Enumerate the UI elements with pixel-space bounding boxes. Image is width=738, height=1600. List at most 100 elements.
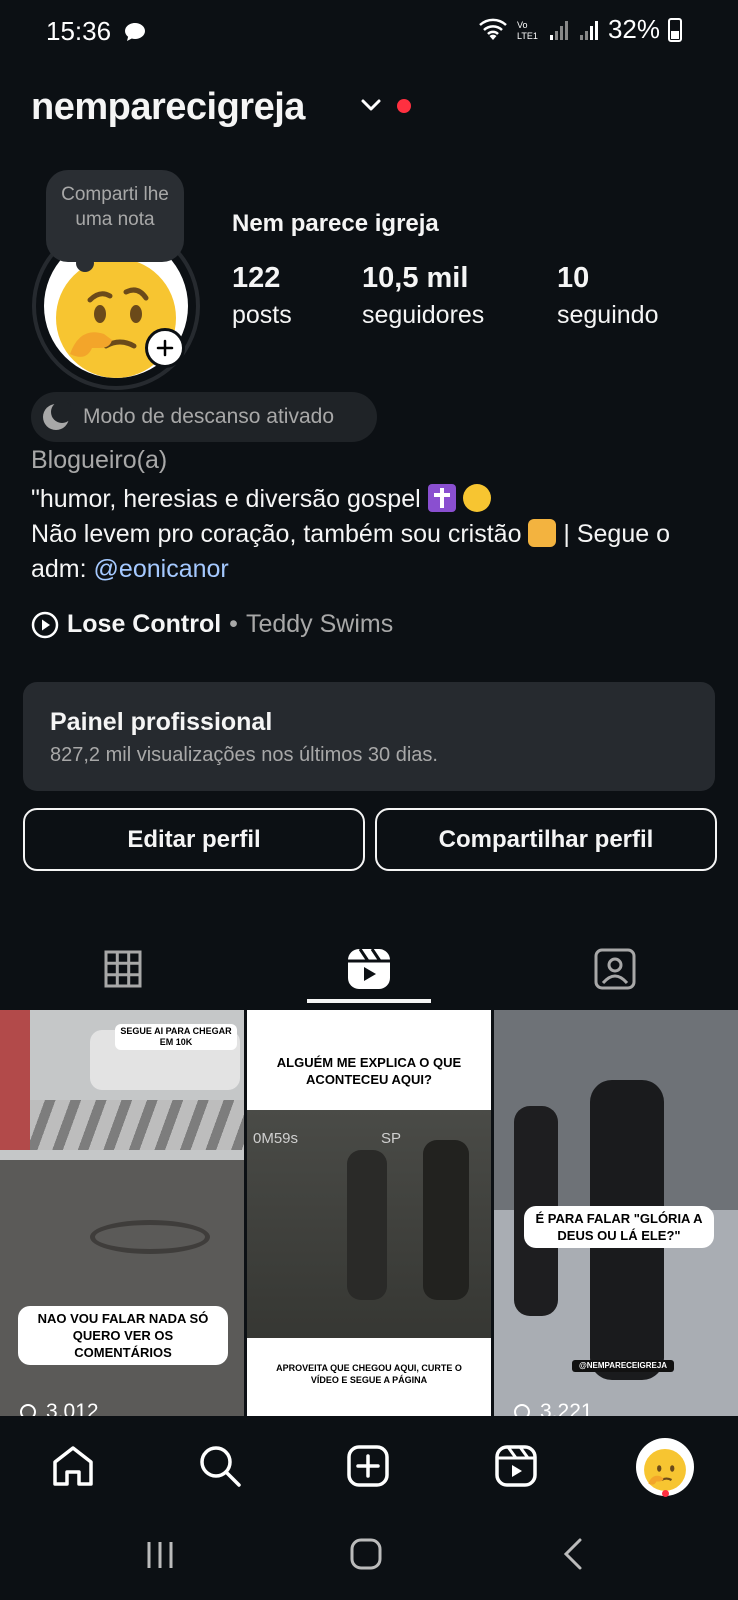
rest-mode-pill[interactable]: Modo de descanso ativado: [31, 392, 377, 442]
active-tab-indicator: [307, 999, 431, 1003]
nav-search[interactable]: [192, 1438, 248, 1494]
edit-profile-button[interactable]: Editar perfil: [23, 808, 365, 871]
status-bar: 15:36 Vo LTE1 32%: [0, 0, 738, 64]
moon-icon: [43, 402, 71, 430]
nav-reels[interactable]: [488, 1438, 544, 1494]
mention-link[interactable]: @eonicanor: [94, 555, 229, 583]
svg-text:LTE1: LTE1: [517, 31, 538, 41]
reel-thumbnail-3[interactable]: É PARA FALAR "GLÓRIA A DEUS OU LÁ ELE?" …: [494, 1010, 738, 1416]
bio-line-2: Não levem pro coração, também sou cristã…: [31, 520, 522, 548]
signal-icon-1: [549, 20, 568, 40]
stat-label: seguidores: [362, 301, 485, 329]
wifi-icon: [479, 18, 507, 40]
thumbnail-graffiti: [0, 1010, 30, 1150]
stat-value: 10,5 mil: [362, 262, 469, 294]
note-bubble[interactable]: Comparti lhe uma nota: [46, 170, 184, 272]
system-navigation-bar: [0, 1512, 738, 1600]
laughing-face-icon: [462, 484, 491, 512]
stat-label: posts: [232, 301, 292, 329]
bottom-navigation: [0, 1416, 738, 1512]
plus-square-icon: [347, 1445, 389, 1487]
back-chevron-icon: [563, 1538, 582, 1570]
add-story-button[interactable]: [145, 328, 185, 368]
video-timer: 0M59s: [253, 1130, 299, 1147]
reels-icon: [495, 1445, 537, 1487]
thumbnail-manhole: [90, 1220, 210, 1254]
plus-icon: [156, 339, 174, 357]
share-profile-button[interactable]: Compartilhar perfil: [375, 808, 717, 871]
recent-apps-button[interactable]: [142, 1536, 178, 1577]
reels-icon: [348, 948, 390, 989]
view-count: 6.615: [263, 1400, 346, 1416]
home-square-icon: [350, 1538, 382, 1570]
status-indicators: Vo LTE1 32%: [478, 14, 682, 45]
home-icon: [53, 1446, 93, 1486]
play-outline-icon: [20, 1404, 36, 1416]
display-name: Nem parece igreja: [232, 210, 439, 237]
view-count: 3.221: [510, 1400, 593, 1416]
music-title: Lose Control: [67, 610, 222, 638]
tab-grid[interactable]: [0, 930, 246, 1008]
status-time: 15:36: [46, 16, 112, 46]
profile-category: Blogueiro(a): [31, 446, 168, 474]
tab-reels[interactable]: [246, 930, 492, 1008]
thumbnail-crosswalk: [30, 1100, 244, 1150]
chevron-down-icon[interactable]: [360, 96, 382, 119]
caption-text: É PARA FALAR "GLÓRIA A DEUS OU LÁ ELE?": [524, 1206, 714, 1248]
chat-notification-icon: [124, 22, 146, 47]
play-circle-icon: [31, 611, 59, 638]
music-separator: •: [229, 610, 238, 638]
thinking-face-icon: [644, 1448, 686, 1491]
play-outline-icon: [514, 1404, 530, 1416]
nav-home[interactable]: [45, 1438, 101, 1494]
nav-profile-avatar[interactable]: [636, 1438, 694, 1496]
search-icon: [200, 1446, 241, 1487]
video-region: SP: [381, 1130, 402, 1147]
caption-footer: APROVEITA QUE CHEGOU AQUI, CURTE O VÍDEO…: [276, 1363, 462, 1385]
grid-icon: [104, 950, 142, 988]
back-button[interactable]: [556, 1536, 592, 1577]
thumbnail-person: [347, 1150, 387, 1300]
music-artist: Teddy Swims: [245, 610, 394, 638]
professional-dashboard[interactable]: Painel profissional 827,2 mil visualizaç…: [23, 682, 715, 791]
username-switcher[interactable]: nemparecigreja: [31, 86, 305, 129]
svg-text:Vo: Vo: [517, 20, 528, 30]
caption-text: NAO VOU FALAR NADA SÓ QUERO VER OS COMEN…: [18, 1306, 228, 1365]
recents-icon: [147, 1542, 173, 1568]
views-value: 6.615: [293, 1400, 346, 1416]
profile-notification-dot: [662, 1490, 669, 1497]
volte-icon: VoLTE1: [517, 20, 538, 41]
nav-create[interactable]: [340, 1438, 396, 1494]
reel-thumbnail-2[interactable]: ALGUÉM ME EXPLICA O QUE ACONTECEU AQUI? …: [247, 1010, 491, 1416]
stat-value: 122: [232, 262, 281, 294]
dashboard-title: Painel profissional: [50, 708, 273, 736]
bio-text: "humor, heresias e diversão gospel Não l…: [31, 482, 721, 587]
thumbnail-person: [423, 1140, 469, 1300]
latin-cross-icon: [427, 484, 456, 512]
stat-value: 10: [557, 262, 590, 294]
tagged-person-icon: [594, 948, 636, 990]
stat-posts[interactable]: 122 posts: [232, 262, 292, 330]
view-count: 3.012: [16, 1400, 99, 1416]
views-value: 3.221: [540, 1400, 593, 1416]
caption-tag: SEGUE AI PARA CHEGAR EM 10K: [115, 1024, 237, 1050]
home-system-button[interactable]: [348, 1536, 384, 1577]
play-outline-icon: [267, 1404, 283, 1416]
profile-music[interactable]: Lose Control • Teddy Swims: [31, 610, 393, 639]
stat-followers[interactable]: 10,5 mil seguidores: [362, 262, 484, 330]
caption-header: ALGUÉM ME EXPLICA O QUE ACONTECEU AQUI?: [276, 1055, 462, 1087]
battery-icon: [668, 17, 682, 42]
reel-thumbnail-1[interactable]: SEGUE AI PARA CHEGAR EM 10K NAO VOU FALA…: [0, 1010, 244, 1416]
rest-mode-label: Modo de descanso ativado: [83, 405, 335, 428]
raised-hands-icon: [528, 519, 557, 547]
stat-following[interactable]: 10 seguindo: [557, 262, 658, 330]
dashboard-subtitle: 827,2 mil visualizações nos últimos 30 d…: [50, 744, 438, 766]
signal-icon-2: [579, 20, 598, 40]
caption-handle: @NEMPARECEIGREJA: [572, 1360, 674, 1372]
tab-tagged[interactable]: [492, 930, 738, 1008]
views-value: 3.012: [46, 1400, 99, 1416]
stat-label: seguindo: [557, 301, 659, 329]
notification-dot: [397, 99, 411, 113]
bio-line-1: "humor, heresias e diversão gospel: [31, 485, 421, 513]
battery-percent: 32%: [607, 14, 660, 44]
